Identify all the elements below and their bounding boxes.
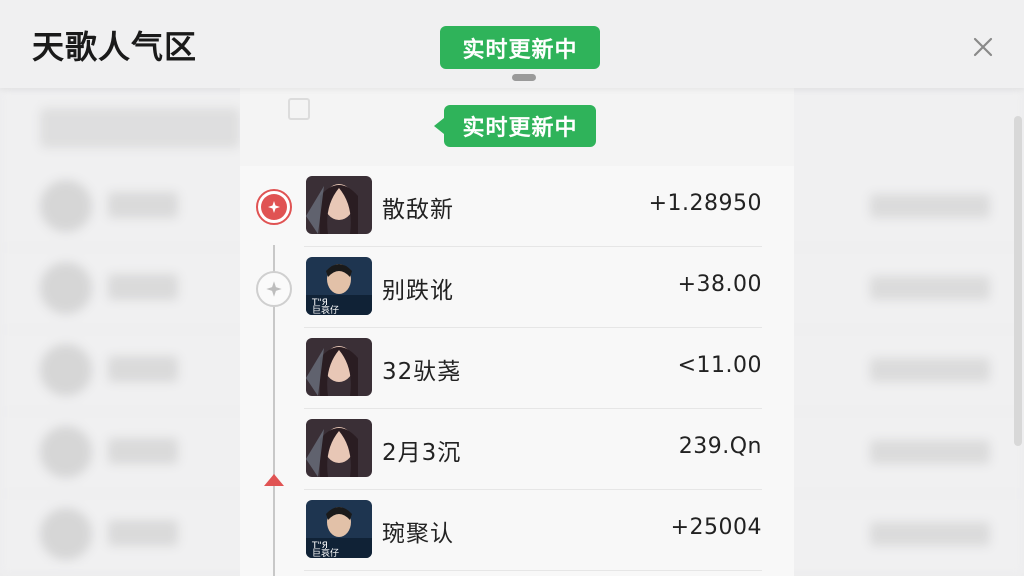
item-value: +25004 [670, 515, 762, 540]
avatar [306, 338, 372, 396]
page-title: 天歌人气区 [32, 28, 198, 66]
item-name: 别跌讹 [382, 278, 454, 304]
avatar: T"Я 巨哀仔 [306, 500, 372, 558]
plus-circle-icon[interactable] [256, 271, 292, 307]
avatar [306, 176, 372, 234]
item-value: 239.Qn [678, 434, 762, 459]
close-button[interactable] [966, 30, 1000, 64]
ranking-panel: 散敌新 +1.28950 T"Я 巨哀仔 别跌讹 +38.00 32驮荛 <11.… [240, 88, 794, 576]
item-name: 2月3沉 [382, 440, 462, 466]
list-item[interactable]: T"Я 巨哀仔 别跌讹 +38.00 [240, 247, 794, 328]
svg-text:巨哀仔: 巨哀仔 [312, 304, 339, 315]
item-name: 32驮荛 [382, 359, 462, 385]
close-icon [973, 37, 993, 57]
list-icon [288, 98, 310, 120]
item-value: <11.00 [677, 353, 762, 378]
list-item[interactable]: 2月3沉 239.Qn [240, 409, 794, 490]
item-value: +1.28950 [648, 191, 762, 216]
avatar: T"Я 巨哀仔 [306, 257, 372, 315]
item-name: 散敌新 [382, 197, 454, 223]
live-update-badge: 实时更新中 [440, 26, 600, 69]
triangle-up-icon [264, 474, 284, 486]
list-item[interactable]: T"Я 巨哀仔 琬聚认 +25004 [240, 490, 794, 571]
list-item[interactable]: 32驮荛 <11.00 [240, 328, 794, 409]
svg-text:巨哀仔: 巨哀仔 [312, 547, 339, 558]
plus-circle-icon[interactable] [256, 189, 292, 225]
scrollbar[interactable] [1014, 116, 1022, 446]
item-name: 琬聚认 [382, 521, 454, 547]
drag-handle[interactable] [512, 74, 536, 81]
background-tab-header [40, 108, 240, 148]
avatar [306, 419, 372, 477]
live-update-badge-inner: 实时更新中 [434, 105, 596, 147]
list-item[interactable]: 散敌新 +1.28950 [240, 166, 794, 247]
item-value: +38.00 [677, 272, 762, 297]
